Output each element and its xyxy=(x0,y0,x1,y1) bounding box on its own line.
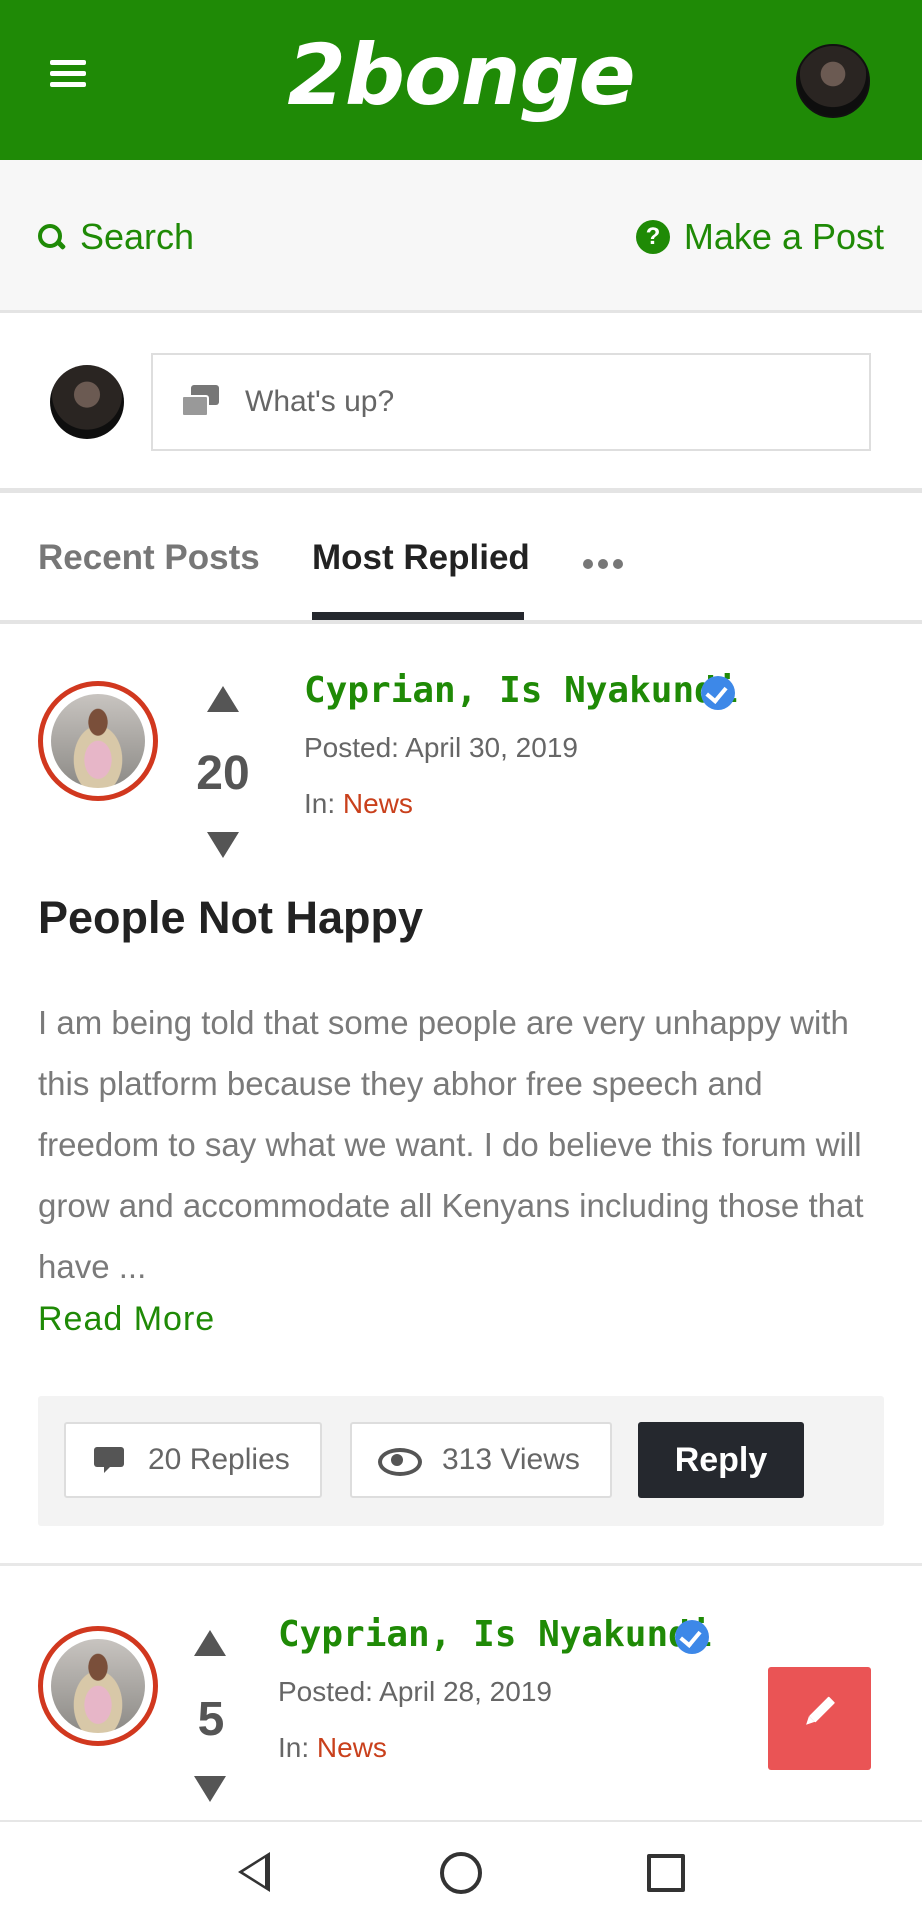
tab-most-replied[interactable]: Most Replied xyxy=(312,538,530,578)
new-post-fab[interactable] xyxy=(768,1667,871,1770)
composer-avatar xyxy=(50,365,124,439)
question-circle-icon: ? xyxy=(635,220,670,254)
whats-up-input[interactable]: What's up? xyxy=(151,353,871,451)
in-label: In: xyxy=(278,1732,317,1763)
search-toolbar: Search ? Make a Post xyxy=(0,160,922,313)
verified-badge-icon xyxy=(701,676,735,710)
in-label: In: xyxy=(304,788,343,819)
vote-count: 5 xyxy=(197,1693,225,1746)
author-name[interactable]: Cyprian, Is Nyakundi xyxy=(278,1614,711,1655)
upvote-arrow-icon[interactable] xyxy=(194,1630,226,1656)
replies-count-button[interactable]: 20 Replies xyxy=(64,1422,322,1498)
post-composer: What's up? xyxy=(0,313,922,493)
category-link[interactable]: News xyxy=(317,1732,387,1763)
tab-recent-posts[interactable]: Recent Posts xyxy=(38,538,260,578)
post-category-line: In: News xyxy=(278,1732,387,1764)
system-nav-bar xyxy=(0,1820,922,1920)
app-header: 2bonge xyxy=(0,0,922,160)
post-title[interactable]: People Not Happy xyxy=(38,892,423,944)
eye-icon xyxy=(378,1448,422,1476)
chat-bubbles-icon xyxy=(181,385,221,419)
upvote-arrow-icon[interactable] xyxy=(207,686,239,712)
home-icon[interactable] xyxy=(440,1852,482,1894)
search-icon xyxy=(36,222,66,252)
post-date: Posted: April 28, 2019 xyxy=(278,1676,552,1707)
site-logo[interactable]: 2bonge xyxy=(0,26,922,124)
vote-count: 20 xyxy=(196,747,250,800)
post-date: Posted: April 30, 2019 xyxy=(304,732,578,763)
make-post-label: Make a Post xyxy=(683,216,884,257)
comment-icon xyxy=(94,1447,124,1473)
more-tabs-icon[interactable] xyxy=(583,559,623,569)
reply-button[interactable]: Reply xyxy=(638,1422,804,1498)
make-post-button[interactable]: ? Make a Post xyxy=(635,216,884,258)
author-avatar[interactable] xyxy=(38,681,158,801)
author-name[interactable]: Cyprian, Is Nyakundi xyxy=(304,670,737,711)
verified-badge-icon xyxy=(675,1620,709,1654)
back-icon[interactable] xyxy=(238,1852,270,1892)
post-excerpt: I am being told that some people are ver… xyxy=(38,1004,864,1285)
downvote-arrow-icon[interactable] xyxy=(207,832,239,858)
feed-tabs: Recent Posts Most Replied xyxy=(0,498,922,624)
downvote-arrow-icon[interactable] xyxy=(194,1776,226,1802)
replies-count: 20 Replies xyxy=(148,1443,290,1476)
post-card: 20 Cyprian, Is Nyakundi Posted: April 30… xyxy=(0,628,922,1566)
pencil-icon xyxy=(808,1696,836,1723)
search-label: Search xyxy=(80,216,195,257)
active-tab-indicator xyxy=(312,612,524,620)
recent-apps-icon[interactable] xyxy=(647,1854,685,1892)
read-more-link[interactable]: Read More xyxy=(38,1300,215,1339)
whats-up-placeholder: What's up? xyxy=(245,385,395,418)
category-link[interactable]: News xyxy=(343,788,413,819)
author-avatar[interactable] xyxy=(38,1626,158,1746)
user-avatar[interactable] xyxy=(796,44,870,118)
search-button[interactable]: Search xyxy=(36,216,194,258)
views-count: 313 Views xyxy=(350,1422,612,1498)
views-count-label: 313 Views xyxy=(442,1443,580,1476)
post-category-line: In: News xyxy=(304,788,413,820)
post-actions-bar: 20 Replies 313 Views Reply xyxy=(38,1396,884,1526)
